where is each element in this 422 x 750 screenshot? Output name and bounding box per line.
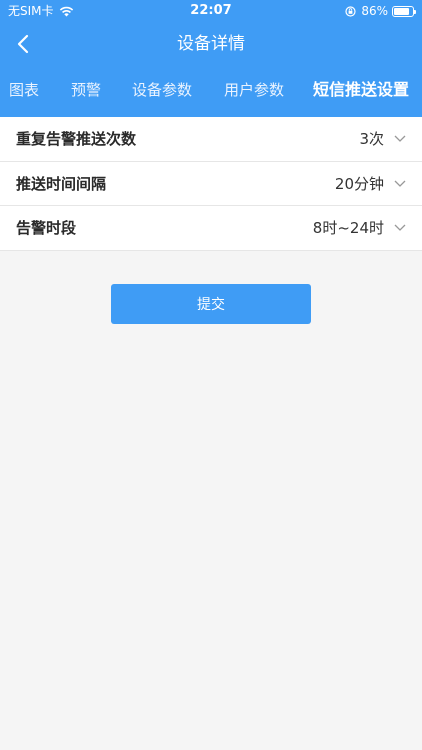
tab-chart[interactable]: 图表 bbox=[9, 70, 39, 110]
tab-device-params[interactable]: 设备参数 bbox=[132, 70, 192, 110]
tab-user-params[interactable]: 用户参数 bbox=[224, 70, 284, 110]
setting-value-group: 20分钟 bbox=[335, 173, 406, 194]
setting-value-group: 3次 bbox=[359, 128, 406, 149]
tab-alerts[interactable]: 预警 bbox=[71, 70, 101, 110]
setting-value: 8时~24时 bbox=[312, 219, 384, 238]
status-right: 86% bbox=[345, 0, 416, 22]
setting-row-repeat-count[interactable]: 重复告警推送次数 3次 bbox=[0, 117, 422, 162]
battery-percent: 86% bbox=[361, 4, 388, 18]
setting-row-push-interval[interactable]: 推送时间间隔 20分钟 bbox=[0, 162, 422, 206]
setting-row-alert-period[interactable]: 告警时段 8时~24时 bbox=[0, 206, 422, 251]
chevron-down-icon bbox=[394, 224, 406, 232]
setting-value: 3次 bbox=[359, 130, 384, 149]
setting-label: 重复告警推送次数 bbox=[16, 130, 137, 149]
nav-bar: 设备详情 bbox=[0, 22, 422, 66]
battery-fill bbox=[394, 7, 410, 15]
page-title: 设备详情 bbox=[177, 34, 245, 54]
chevron-down-icon bbox=[394, 135, 406, 143]
submit-button[interactable]: 提交 bbox=[111, 284, 311, 324]
settings-list: 重复告警推送次数 3次 推送时间间隔 20分钟 告警时段 8时~24时 bbox=[0, 117, 422, 251]
setting-value: 20分钟 bbox=[334, 174, 384, 193]
setting-label: 告警时段 bbox=[16, 219, 77, 238]
orientation-lock-icon bbox=[345, 5, 356, 17]
app-header: 无SIM卡 22:07 86% 设备详情 图表 预警 设备参数 用户参数 短信推… bbox=[0, 0, 422, 117]
chevron-down-icon bbox=[394, 180, 406, 187]
status-bar: 无SIM卡 22:07 86% bbox=[0, 0, 422, 22]
setting-label: 推送时间间隔 bbox=[16, 174, 107, 193]
setting-value-group: 8时~24时 bbox=[313, 217, 406, 238]
tab-sms-push-settings[interactable]: 短信推送设置 bbox=[313, 70, 409, 110]
battery-icon bbox=[392, 5, 416, 17]
tab-bar: 图表 预警 设备参数 用户参数 短信推送设置 bbox=[0, 70, 422, 110]
